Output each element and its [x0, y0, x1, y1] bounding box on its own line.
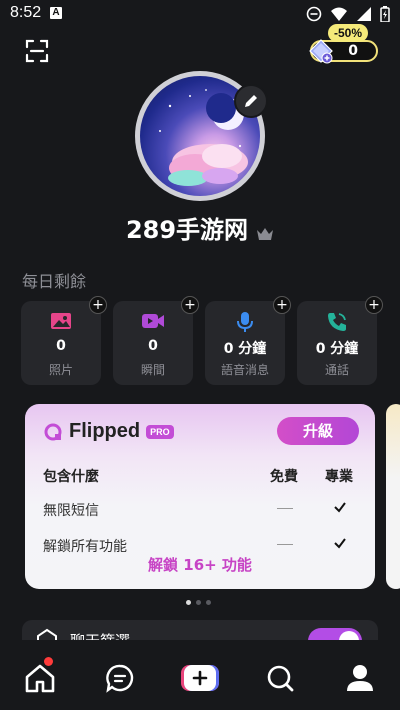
photo-icon — [51, 313, 71, 329]
microphone-icon — [237, 312, 253, 332]
quota-value: 0 分鐘 — [315, 341, 359, 357]
video-icon — [142, 314, 164, 328]
quota-label: 瞬間 — [140, 363, 165, 377]
carousel-dot[interactable] — [206, 600, 211, 605]
free-dash — [277, 544, 293, 545]
carousel-dots — [186, 600, 211, 605]
crown-icon[interactable] — [256, 227, 274, 241]
brand: Flipped PRO — [43, 420, 174, 443]
quota-value: 0 — [148, 338, 158, 354]
pro-header: 專業 — [325, 469, 353, 485]
brand-name: Flipped — [69, 420, 141, 442]
bottom-nav — [0, 640, 400, 710]
home-icon — [25, 664, 55, 693]
quota-photo-card[interactable]: 0 照片 + — [21, 296, 107, 385]
status-time: 8:52 — [10, 4, 42, 21]
chat-icon — [106, 664, 134, 693]
add-quota-button[interactable]: + — [273, 296, 291, 314]
battery-icon — [380, 6, 390, 22]
quota-call-card[interactable]: 0 分鐘 通話 + — [297, 296, 383, 385]
flipped-logo-icon — [44, 423, 62, 440]
pro-badge: PRO — [146, 424, 174, 439]
daily-remaining-title: 每日剩餘 — [22, 272, 87, 291]
carousel-dot[interactable] — [196, 600, 201, 605]
free-dash — [277, 508, 293, 509]
discount-badge: -50% — [328, 24, 369, 42]
signal-icon — [357, 7, 371, 21]
check-icon — [334, 538, 346, 549]
nav-home[interactable] — [20, 657, 60, 698]
notification-icon: A — [50, 7, 62, 19]
feature-header: 包含什麼 — [43, 469, 99, 485]
feature-row-label: 解鎖所有功能 — [43, 539, 127, 555]
add-quota-button[interactable]: + — [181, 296, 199, 314]
coin-balance-button[interactable]: 0 -50% — [309, 24, 382, 64]
quota-label: 語音消息 — [220, 363, 269, 377]
search-icon — [267, 665, 294, 692]
plus-icon — [181, 665, 219, 691]
unlock-features-text: 解鎖 16+ 功能 — [148, 556, 252, 574]
phone-icon — [328, 313, 346, 331]
free-header: 免費 — [270, 469, 298, 485]
nav-chat[interactable] — [100, 658, 140, 698]
pencil-icon — [245, 95, 257, 107]
quota-value: 0 — [56, 338, 66, 354]
carousel-dot[interactable] — [186, 600, 191, 605]
notification-dot — [44, 657, 53, 666]
check-icon — [334, 502, 346, 513]
add-quota-button[interactable]: + — [89, 296, 107, 314]
nav-profile[interactable] — [340, 658, 380, 698]
username: 289手游网 — [125, 216, 249, 244]
profile-icon — [347, 665, 373, 691]
quota-voice-card[interactable]: 0 分鐘 語音消息 + — [205, 296, 291, 385]
nav-search[interactable] — [260, 658, 300, 698]
do-not-disturb-icon — [306, 6, 322, 22]
quota-moment-card[interactable]: 0 瞬間 + — [113, 296, 199, 385]
scan-icon[interactable] — [24, 38, 50, 64]
upgrade-button[interactable]: 升級 — [277, 417, 359, 445]
quota-label: 照片 — [48, 363, 73, 377]
coin-count: 0 — [348, 43, 358, 59]
edit-avatar-button[interactable] — [234, 84, 268, 118]
next-promo-card-peek[interactable] — [386, 404, 400, 589]
flipped-pro-card[interactable]: Flipped PRO 升級 包含什麼 免費 專業 無限短信 解鎖所有功能 解鎖… — [25, 404, 375, 589]
feature-row-label: 無限短信 — [43, 503, 99, 519]
add-quota-button[interactable]: + — [365, 296, 383, 314]
quota-label: 通話 — [324, 363, 349, 377]
status-icons — [306, 5, 390, 23]
diamond-icon — [309, 39, 333, 64]
wifi-icon — [331, 7, 347, 21]
username-row: 289手游网 — [0, 210, 400, 245]
quota-value: 0 分鐘 — [223, 341, 267, 357]
nav-create[interactable] — [180, 658, 220, 698]
